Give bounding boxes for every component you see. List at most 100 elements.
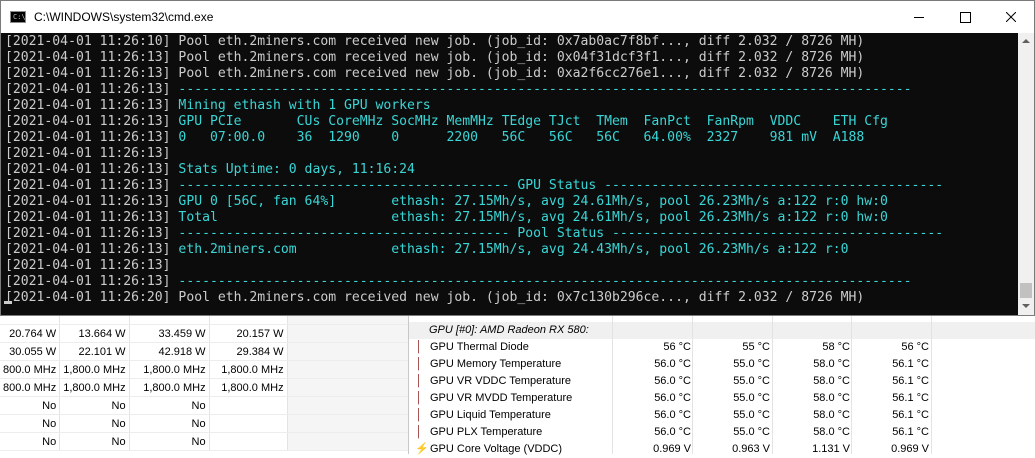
table-cell: 1,800.0 MHz — [129, 378, 210, 397]
console-text: GPU PCIe CUs CoreMHz SocMHz MemMHz TEdge… — [170, 114, 888, 129]
console-text: Stats Uptime: 0 days, 11:16:24 — [170, 162, 415, 177]
console-line: [2021-04-01 11:26:13] ------------------… — [5, 226, 943, 242]
console-line: [2021-04-01 11:26:13] Total ethash: 27.1… — [5, 210, 888, 226]
table-row[interactable]: No No No — [0, 432, 408, 451]
sensor-value: 58.0 °C — [813, 358, 850, 370]
sensor-value: 58 °C — [822, 341, 850, 353]
sensor-value: 55.0 °C — [733, 426, 770, 438]
table-row[interactable]: 30.055 W 22.101 W 42.918 W 29.384 W — [0, 342, 408, 361]
sensor-name: GPU Liquid Temperature — [430, 409, 551, 421]
cmd-icon: C:\ — [10, 11, 26, 23]
sensor-row[interactable]: │ GPU Memory Temperature 56.0 °C 55.0 °C 58.… — [409, 356, 1035, 373]
table-row-partial — [0, 316, 408, 325]
close-icon — [1006, 12, 1016, 22]
sensor-name: GPU Memory Temperature — [430, 358, 562, 370]
table-cell: 800.0 MHz — [0, 378, 61, 397]
table-cell: No — [59, 432, 130, 451]
console-text: Pool eth.2miners.com received new job. (… — [170, 50, 865, 65]
sensor-row[interactable]: ⚡ GPU Core Voltage (VDDC) 0.969 V 0.963 V 1.… — [409, 441, 1035, 458]
table-row[interactable]: No No No — [0, 396, 408, 415]
table-cell-empty — [287, 414, 408, 433]
console-line: [2021-04-01 11:26:13] eth.2miners.com et… — [5, 242, 849, 258]
console-text: 0 07:00.0 36 1290 0 2200 56C 56C 56C 64.… — [170, 130, 865, 145]
table-row[interactable]: 800.0 MHz 1,800.0 MHz 1,800.0 MHz 1,800.0 M… — [0, 378, 408, 397]
sensor-row[interactable]: │ GPU VR MVDD Temperature 56.0 °C 55.0 °C 58… — [409, 390, 1035, 407]
text-cursor — [4, 301, 12, 304]
sensor-value: 56.0 °C — [654, 426, 691, 438]
sensor-value: 0.969 V — [653, 443, 691, 455]
sensor-value: 56 °C — [901, 341, 929, 353]
close-button[interactable] — [988, 1, 1034, 33]
console-line: [2021-04-01 11:26:13] GPU PCIe CUs CoreM… — [5, 114, 888, 130]
gpu-group-label: GPU [#0]: AMD Radeon RX 580: — [429, 324, 589, 336]
table-cell: No — [59, 396, 130, 415]
console-line: [2021-04-01 11:26:13] Pool eth.2miners.c… — [5, 66, 864, 82]
table-cell: 33.459 W — [129, 324, 210, 343]
table-cell: 1,800.0 MHz — [59, 360, 130, 379]
sensor-value: 0.969 V — [891, 443, 929, 455]
table-cell-empty — [287, 378, 408, 397]
console-timestamp: [2021-04-01 11:26:13] — [5, 258, 171, 273]
voltage-icon: ⚡ — [415, 443, 429, 455]
table-cell: 20.157 W — [209, 324, 288, 343]
console-timestamp: [2021-04-01 11:26:10] — [5, 34, 171, 49]
console-line: [2021-04-01 11:26:13] ------------------… — [5, 82, 912, 98]
console-text: ----------------------------------------… — [170, 82, 912, 97]
sensor-name: GPU VR VDDC Temperature — [430, 375, 572, 387]
sensor-value: 55.0 °C — [733, 392, 770, 404]
table-cell: 13.664 W — [59, 324, 130, 343]
thermometer-icon: │ — [415, 392, 423, 404]
table-cell-empty — [287, 396, 408, 415]
thermometer-icon: │ — [415, 358, 423, 370]
console-text: ----------------------------------------… — [170, 178, 944, 193]
console-timestamp: [2021-04-01 11:26:13] — [5, 146, 171, 161]
console-line: [2021-04-01 11:26:13] 0 07:00.0 36 1290 … — [5, 130, 864, 146]
console-line: [2021-04-01 11:26:13] Pool eth.2miners.c… — [5, 50, 864, 66]
sensor-value: 58.0 °C — [813, 426, 850, 438]
minimize-button[interactable] — [896, 1, 942, 33]
sensor-name: GPU PLX Temperature — [430, 426, 543, 438]
console-timestamp: [2021-04-01 11:26:13] — [5, 178, 171, 193]
console-output[interactable]: [2021-04-01 11:26:10] Pool eth.2miners.c… — [1, 33, 1018, 315]
scroll-down-arrow[interactable] — [1018, 298, 1034, 315]
table-cell: No — [0, 396, 61, 415]
sensor-value: 56.0 °C — [654, 358, 691, 370]
console-line: [2021-04-01 11:26:13] ------------------… — [5, 178, 943, 194]
sensor-row[interactable]: │ GPU Liquid Temperature 56.0 °C 55.0 °C 58.… — [409, 407, 1035, 424]
window-title: C:\WINDOWS\system32\cmd.exe — [34, 10, 214, 24]
sensor-value: 56.1 °C — [892, 375, 929, 387]
thermometer-icon: │ — [415, 426, 423, 438]
sensor-value: 56.1 °C — [892, 409, 929, 421]
sensor-row[interactable]: │ GPU PLX Temperature 56.0 °C 55.0 °C 58.0 °… — [409, 424, 1035, 441]
console-line: [2021-04-01 11:26:13] — [5, 146, 171, 162]
sensor-value: 56.1 °C — [892, 392, 929, 404]
sensor-table-left: 20.764 W 13.664 W 33.459 W 20.157 W 30.055 W… — [0, 316, 408, 454]
console-timestamp: [2021-04-01 11:26:13] — [5, 114, 171, 129]
title-bar[interactable]: C:\ C:\WINDOWS\system32\cmd.exe — [1, 1, 1034, 33]
scroll-thumb[interactable] — [1020, 283, 1032, 298]
thermometer-icon: │ — [415, 375, 423, 387]
table-row[interactable]: 20.764 W 13.664 W 33.459 W 20.157 W — [0, 324, 408, 343]
console-timestamp: [2021-04-01 11:26:13] — [5, 162, 171, 177]
table-row[interactable]: 800.0 MHz 1,800.0 MHz 1,800.0 MHz 1,800.0 M… — [0, 360, 408, 379]
table-cell: 1,800.0 MHz — [209, 378, 288, 397]
maximize-button[interactable] — [942, 1, 988, 33]
console-text: ----------------------------------------… — [170, 226, 944, 241]
console-text: ----------------------------------------… — [170, 274, 912, 289]
table-cell: No — [59, 414, 130, 433]
sensor-value: 55.0 °C — [733, 358, 770, 370]
table-cell: No — [0, 414, 61, 433]
console-timestamp: [2021-04-01 11:26:20] — [5, 290, 171, 305]
table-cell-empty — [287, 432, 408, 451]
console-text: Mining ethash with 1 GPU workers — [170, 98, 431, 113]
sensor-row[interactable]: │ GPU VR VDDC Temperature 56.0 °C 55.0 °C 58… — [409, 373, 1035, 390]
table-cell: 20.764 W — [0, 324, 61, 343]
vertical-scrollbar[interactable] — [1018, 33, 1034, 315]
sensor-value: 58.0 °C — [813, 392, 850, 404]
table-cell: No — [0, 432, 61, 451]
gpu-group-header[interactable]: GPU [#0]: AMD Radeon RX 580: — [409, 322, 1035, 339]
table-row[interactable]: No No No — [0, 414, 408, 433]
cmd-window[interactable]: C:\ C:\WINDOWS\system32\cmd.exe [2021-04… — [0, 0, 1035, 316]
scroll-up-arrow[interactable] — [1018, 33, 1034, 50]
sensor-row[interactable]: │ GPU Thermal Diode 56 °C 55 °C 58 °C 56 °C — [409, 339, 1035, 356]
